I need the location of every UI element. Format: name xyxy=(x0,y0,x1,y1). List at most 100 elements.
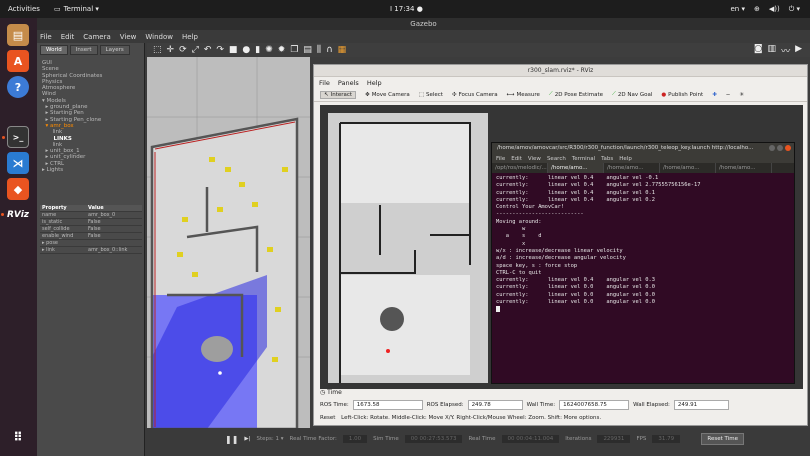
close-icon[interactable] xyxy=(785,145,791,151)
fps-label: FPS xyxy=(636,436,647,442)
reset-button[interactable]: Reset xyxy=(320,415,335,421)
tool-publish-point[interactable]: ● Publish Point xyxy=(661,92,703,98)
gazebo-3d-scene[interactable] xyxy=(147,57,310,431)
volume-icon[interactable]: ◀)) xyxy=(769,5,780,14)
copy-icon[interactable]: ❐ xyxy=(290,45,298,55)
tool-properties-icon[interactable]: ✳ xyxy=(739,92,744,98)
terminal-tab-active[interactable]: /home/amo... xyxy=(548,163,604,173)
terminal-tab[interactable]: /home/amo... xyxy=(660,163,716,173)
translate-tool-icon[interactable]: ✛ xyxy=(167,45,175,55)
undo-icon[interactable]: ↶ xyxy=(204,45,212,55)
box-shape-icon[interactable]: ■ xyxy=(229,45,238,55)
minimize-icon[interactable] xyxy=(769,145,775,151)
tab-layers[interactable]: Layers xyxy=(99,45,130,55)
files-icon[interactable]: ▤ xyxy=(7,24,29,46)
screenshot-icon[interactable]: ◙ xyxy=(754,44,763,57)
tool-interact[interactable]: ↖ Interact xyxy=(320,90,357,99)
software-icon[interactable]: A xyxy=(7,50,29,72)
align-icon[interactable]: ⫼ xyxy=(317,45,321,55)
wall-time-field[interactable]: 1624007658.75 xyxy=(559,400,630,410)
wall-elapsed-field[interactable]: 249.91 xyxy=(673,400,729,410)
tool-2d-pose-estimate[interactable]: ⟋ 2D Pose Estimate xyxy=(549,91,603,98)
maximize-icon[interactable] xyxy=(777,145,783,151)
term-menu-help[interactable]: Help xyxy=(619,156,632,162)
term-menu-search[interactable]: Search xyxy=(547,156,566,162)
pause-icon[interactable]: ❚❚ xyxy=(225,435,238,444)
rviz-menu-panels[interactable]: Panels xyxy=(338,79,359,87)
keyboard-layout[interactable]: en ▾ xyxy=(731,5,745,14)
terminal-tab[interactable]: /home/amo... xyxy=(716,163,772,173)
plot-icon[interactable]: 〰 xyxy=(781,44,790,57)
tool-select[interactable]: ⬚ Select xyxy=(419,92,443,98)
clock[interactable]: Ⅰ 17:34 ● xyxy=(390,5,423,13)
activities-button[interactable]: Activities xyxy=(8,5,40,13)
term-menu-tabs[interactable]: Tabs xyxy=(601,156,613,162)
paste-icon[interactable]: ▤ xyxy=(303,45,312,55)
tool-2d-nav-goal[interactable]: ⟋ 2D Nav Goal xyxy=(612,91,652,98)
gz-menu-help[interactable]: Help xyxy=(182,33,198,41)
gz-menu-view[interactable]: View xyxy=(120,33,137,41)
select-tool-icon[interactable]: ⬚ xyxy=(153,45,162,55)
network-icon[interactable]: ⊕ xyxy=(754,5,760,14)
scale-tool-icon[interactable]: ⤢ xyxy=(192,45,199,55)
help-icon[interactable]: ? xyxy=(7,76,29,98)
terminal-tab[interactable]: /home/amo... xyxy=(604,163,660,173)
rtf-value: 1.00 xyxy=(342,435,368,443)
change-view-icon[interactable]: ▦ xyxy=(338,45,347,55)
interact-icon: ↖ xyxy=(324,91,329,98)
terminal-small-icon: ▭ xyxy=(53,5,61,13)
tab-insert[interactable]: Insert xyxy=(69,45,98,55)
cylinder-shape-icon[interactable]: ▮ xyxy=(255,45,260,55)
property-row[interactable]: self_collide False xyxy=(40,226,142,233)
reset-time-button[interactable]: Reset Time xyxy=(701,433,744,445)
remove-tool-icon[interactable]: − xyxy=(726,92,731,98)
tab-world[interactable]: World xyxy=(40,45,68,55)
log-icon[interactable]: ▥ xyxy=(768,44,777,57)
rotate-tool-icon[interactable]: ⟳ xyxy=(179,45,187,55)
add-tool-icon[interactable]: ✚ xyxy=(712,92,717,98)
property-row[interactable]: ▸ link amr_box_0::link xyxy=(40,247,142,254)
video-icon[interactable]: ▶ xyxy=(795,44,802,57)
point-light-icon[interactable]: ✺ xyxy=(265,45,273,55)
app-menu-terminal[interactable]: ▭ Terminal ▾ xyxy=(54,5,99,13)
terminal-tab[interactable]: /opt/ros/melodic/... xyxy=(492,163,548,173)
wall-elapsed-label: Wall Elapsed: xyxy=(633,402,670,408)
term-menu-edit[interactable]: Edit xyxy=(511,156,522,162)
term-menu-terminal[interactable]: Terminal xyxy=(572,156,595,162)
redo-icon[interactable]: ↷ xyxy=(216,45,224,55)
property-row[interactable]: enable_wind False xyxy=(40,233,142,240)
layers-icon[interactable]: ◆ xyxy=(7,178,29,200)
gz-menu-edit[interactable]: Edit xyxy=(61,33,75,41)
terminal-icon[interactable]: >_ xyxy=(2,126,29,148)
rviz-menu-help[interactable]: Help xyxy=(367,79,382,87)
step-icon[interactable]: ▶| xyxy=(244,436,250,442)
snap-icon[interactable]: ∩ xyxy=(326,45,333,55)
sphere-shape-icon[interactable]: ● xyxy=(242,45,250,55)
tool-move-camera[interactable]: ✥ Move Camera xyxy=(365,92,410,98)
rviz-menu-file[interactable]: File xyxy=(319,79,330,87)
tool-focus-camera[interactable]: ✣ Focus Camera xyxy=(452,92,498,98)
tree-item[interactable]: ▸ Lights xyxy=(42,167,139,173)
terminal-line: currently: linear vel 0.4 angular vel -0… xyxy=(496,175,659,181)
terminal-output[interactable]: currently: linear vel 0.4 angular vel -0… xyxy=(492,173,794,316)
term-menu-file[interactable]: File xyxy=(496,156,505,162)
spot-light-icon[interactable]: ✹ xyxy=(278,45,286,55)
apps-grid-icon[interactable]: ⠿ xyxy=(7,426,29,448)
term-menu-view[interactable]: View xyxy=(528,156,541,162)
tool-measure[interactable]: ⟷ Measure xyxy=(507,92,540,98)
gz-menu-window[interactable]: Window xyxy=(145,33,173,41)
gz-menu-camera[interactable]: Camera xyxy=(83,33,110,41)
gz-menu-file[interactable]: File xyxy=(40,33,52,41)
property-row[interactable]: is_static False xyxy=(40,219,142,226)
property-row[interactable]: name amr_box_0 xyxy=(40,212,142,219)
ros-elapsed-field[interactable]: 249.78 xyxy=(467,400,523,410)
ros-time-field[interactable]: 1673.58 xyxy=(352,400,423,410)
steps-selector[interactable]: Steps: 1 ▾ xyxy=(257,436,284,442)
property-table: Property Value name amr_box_0 is_static Fal… xyxy=(40,205,142,254)
vscode-icon[interactable]: ⋊ xyxy=(7,152,29,174)
sim-time-value: 00 00:27:53.573 xyxy=(404,435,463,443)
rviz-status-bar: Reset Left-Click: Rotate. Middle-Click: … xyxy=(320,413,803,424)
rviz-icon[interactable]: RViz xyxy=(1,204,29,226)
property-row[interactable]: ▸ pose xyxy=(40,240,142,247)
power-icon[interactable]: ⏻ ▾ xyxy=(789,5,800,14)
